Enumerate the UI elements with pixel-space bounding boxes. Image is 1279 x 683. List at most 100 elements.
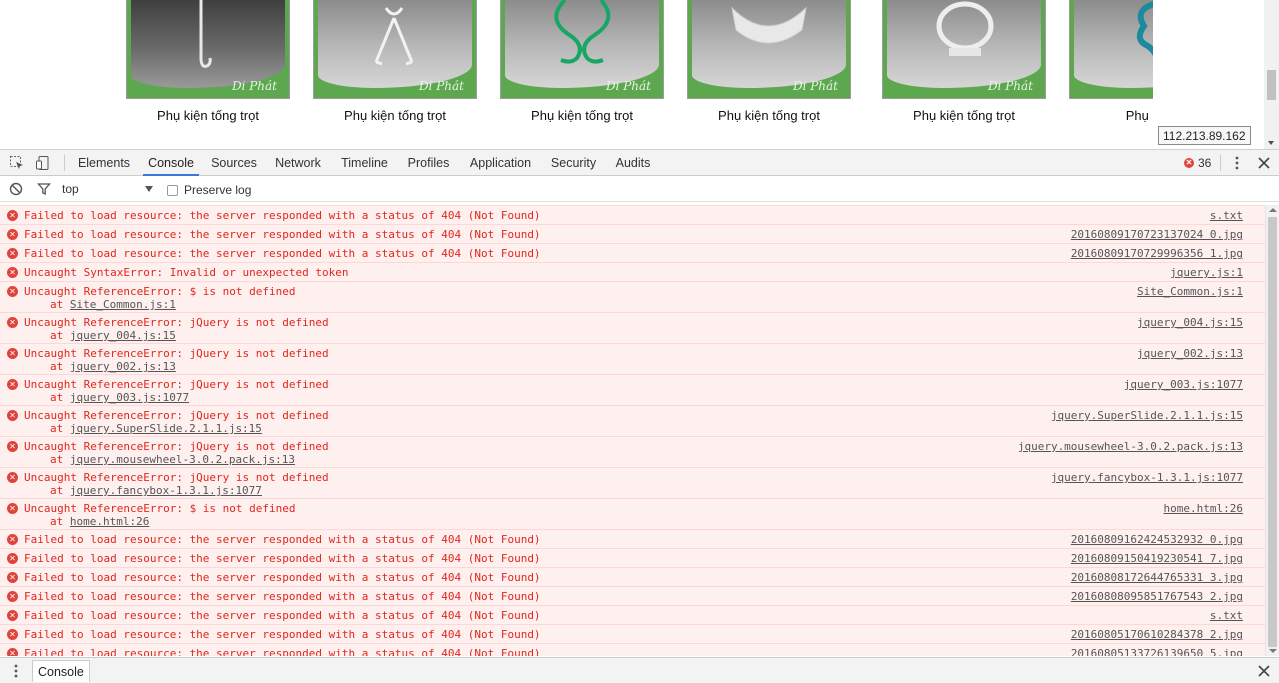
- close-drawer-icon[interactable]: [1255, 662, 1273, 680]
- console-error-row[interactable]: ✕ Failed to load resource: the server res…: [0, 643, 1265, 656]
- scroll-down-arrow-icon[interactable]: [1268, 141, 1274, 145]
- message-source-link[interactable]: 20160809170729996356 1.jpg: [1071, 247, 1243, 260]
- context-select-value: top: [62, 182, 79, 196]
- more-vertical-icon[interactable]: [1228, 154, 1246, 172]
- console-error-row[interactable]: ✕ Failed to load resource: the server res…: [0, 548, 1265, 567]
- console-error-row[interactable]: ✕ Uncaught ReferenceError: jQuery is not …: [0, 312, 1265, 343]
- message-source-link[interactable]: 20160809170723137024 0.jpg: [1071, 228, 1243, 241]
- console-error-row[interactable]: ✕ Failed to load resource: the server res…: [0, 567, 1265, 586]
- close-devtools-icon[interactable]: [1255, 154, 1273, 172]
- console-error-row[interactable]: ✕ Uncaught SyntaxError: Invalid or unexpe…: [0, 262, 1265, 281]
- console-error-row[interactable]: ✕ Failed to load resource: the server res…: [0, 243, 1265, 262]
- page-scrollbar[interactable]: [1264, 0, 1279, 149]
- product-card[interactable]: Phụ kiện: [1069, 0, 1153, 140]
- preserve-log-checkbox[interactable]: Preserve log: [167, 182, 251, 198]
- console-error-row[interactable]: ✕ Uncaught ReferenceError: jQuery is not …: [0, 467, 1265, 498]
- stack-trace-link[interactable]: jquery_002.js:13: [70, 360, 176, 373]
- message-source-link[interactable]: home.html:26: [1164, 502, 1243, 515]
- tab-console[interactable]: Console: [143, 150, 199, 176]
- stack-trace-prefix: at: [50, 298, 70, 311]
- message-source-link[interactable]: jquery.fancybox-1.3.1.js:1077: [1051, 471, 1243, 484]
- tab-application[interactable]: Application: [462, 150, 539, 176]
- console-scrollbar[interactable]: [1265, 205, 1279, 656]
- error-count: 36: [1198, 156, 1212, 170]
- console-error-row[interactable]: ✕ Uncaught ReferenceError: jQuery is not …: [0, 436, 1265, 467]
- product-caption[interactable]: Phụ kiện tống trọt: [313, 108, 477, 123]
- console-scrollbar-thumb[interactable]: [1268, 217, 1277, 647]
- product-caption[interactable]: Phụ kiện: [1069, 108, 1153, 123]
- tab-security[interactable]: Security: [545, 150, 602, 176]
- console-error-row[interactable]: ✕ Failed to load resource: the server res…: [0, 605, 1265, 624]
- stack-trace-link[interactable]: Site_Common.js:1: [70, 298, 176, 311]
- message-source-link[interactable]: jquery_004.js:15: [1137, 316, 1243, 329]
- support-image: [554, 0, 611, 64]
- stack-trace-link[interactable]: jquery_003.js:1077: [70, 391, 189, 404]
- console-error-row[interactable]: ✕ Uncaught ReferenceError: jQuery is not …: [0, 405, 1265, 436]
- product-card[interactable]: Di Phát Phụ kiện tống trọt: [126, 0, 290, 140]
- product-thumbnail[interactable]: Di Phát: [882, 0, 1046, 99]
- clear-console-icon[interactable]: [7, 180, 25, 198]
- chevron-down-icon: [145, 186, 153, 192]
- tab-sources[interactable]: Sources: [206, 150, 262, 176]
- console-message-list[interactable]: ✕ Failed to load resource: the server res…: [0, 205, 1265, 656]
- checkbox-box[interactable]: [167, 184, 178, 196]
- console-error-row[interactable]: ✕ Uncaught ReferenceError: jQuery is not …: [0, 343, 1265, 374]
- tab-timeline[interactable]: Timeline: [334, 150, 395, 176]
- stack-trace-link[interactable]: home.html:26: [70, 515, 149, 528]
- product-thumbnail[interactable]: Di Phát: [500, 0, 664, 99]
- context-select[interactable]: top: [62, 181, 157, 198]
- product-thumbnail[interactable]: Di Phát: [687, 0, 851, 99]
- scroll-up-arrow-icon[interactable]: [1269, 208, 1277, 212]
- drawer-tab-console[interactable]: Console: [32, 660, 90, 682]
- console-error-row[interactable]: ✕ Uncaught ReferenceError: jQuery is not …: [0, 374, 1265, 405]
- tab-profiles[interactable]: Profiles: [401, 150, 456, 176]
- message-source-link[interactable]: jquery_002.js:13: [1137, 347, 1243, 360]
- product-thumbnail[interactable]: Di Phát: [126, 0, 290, 99]
- drawer-menu-icon[interactable]: [7, 662, 25, 680]
- console-error-row[interactable]: ✕ Failed to load resource: the server res…: [0, 529, 1265, 548]
- stack-trace-link[interactable]: jquery.fancybox-1.3.1.js:1077: [70, 484, 262, 497]
- message-source-link[interactable]: jquery_003.js:1077: [1124, 378, 1243, 391]
- message-source-link[interactable]: 20160809162424532932 0.jpg: [1071, 533, 1243, 546]
- message-source-link[interactable]: jquery.js:1: [1170, 266, 1243, 279]
- product-caption[interactable]: Phụ kiện tống trọt: [126, 108, 290, 123]
- message-source-link[interactable]: Site_Common.js:1: [1137, 285, 1243, 298]
- inspect-element-icon[interactable]: [8, 154, 26, 172]
- message-source-link[interactable]: 20160805170610284378 2.jpg: [1071, 628, 1243, 641]
- error-counter[interactable]: ✕ 36: [1184, 150, 1211, 176]
- product-card[interactable]: Di Phát Phụ kiện tống trọt: [313, 0, 477, 140]
- stack-trace-link[interactable]: jquery.mousewheel-3.0.2.pack.js:13: [70, 453, 295, 466]
- message-source-link[interactable]: jquery.mousewheel-3.0.2.pack.js:13: [1018, 440, 1243, 453]
- console-error-row[interactable]: ✕ Uncaught ReferenceError: $ is not defin…: [0, 498, 1265, 529]
- console-error-row[interactable]: ✕ Uncaught ReferenceError: $ is not defin…: [0, 281, 1265, 312]
- console-error-row[interactable]: ✕ Failed to load resource: the server res…: [0, 205, 1265, 224]
- scroll-down-arrow-icon[interactable]: [1269, 649, 1277, 653]
- product-thumbnail[interactable]: [1069, 0, 1153, 99]
- message-source-link[interactable]: s.txt: [1210, 209, 1243, 222]
- product-caption[interactable]: Phụ kiện tống trọt: [687, 108, 851, 123]
- console-error-row[interactable]: ✕ Failed to load resource: the server res…: [0, 224, 1265, 243]
- product-caption[interactable]: Phụ kiện tống trọt: [500, 108, 664, 123]
- tab-network[interactable]: Network: [268, 150, 328, 176]
- tab-elements[interactable]: Elements: [72, 150, 136, 176]
- message-source-link[interactable]: 20160808095851767543 2.jpg: [1071, 590, 1243, 603]
- message-source-link[interactable]: 20160805133726139650 5.jpg: [1071, 647, 1243, 656]
- stack-trace-link[interactable]: jquery_004.js:15: [70, 329, 176, 342]
- stack-trace-link[interactable]: jquery.SuperSlide.2.1.1.js:15: [70, 422, 262, 435]
- message-source-link[interactable]: jquery.SuperSlide.2.1.1.js:15: [1051, 409, 1243, 422]
- message-source-link[interactable]: 20160808172644765331 3.jpg: [1071, 571, 1243, 584]
- tab-audits[interactable]: Audits: [608, 150, 658, 176]
- product-card[interactable]: Di Phát Phụ kiện tống trọt: [882, 0, 1046, 140]
- product-thumbnail[interactable]: Di Phát: [313, 0, 477, 99]
- device-mode-icon[interactable]: [34, 154, 52, 172]
- message-source-link[interactable]: s.txt: [1210, 609, 1243, 622]
- message-source-link[interactable]: 20160809150419230541 7.jpg: [1071, 552, 1243, 565]
- console-error-row[interactable]: ✕ Failed to load resource: the server res…: [0, 586, 1265, 605]
- product-card[interactable]: Di Phát Phụ kiện tống trọt: [500, 0, 664, 140]
- filter-icon[interactable]: [35, 180, 53, 198]
- console-error-row[interactable]: ✕ Failed to load resource: the server res…: [0, 624, 1265, 643]
- page-scrollbar-thumb[interactable]: [1267, 70, 1276, 100]
- error-icon: ✕: [7, 629, 18, 640]
- product-caption[interactable]: Phụ kiện tống trọt: [882, 108, 1046, 123]
- product-card[interactable]: Di Phát Phụ kiện tống trọt: [687, 0, 851, 140]
